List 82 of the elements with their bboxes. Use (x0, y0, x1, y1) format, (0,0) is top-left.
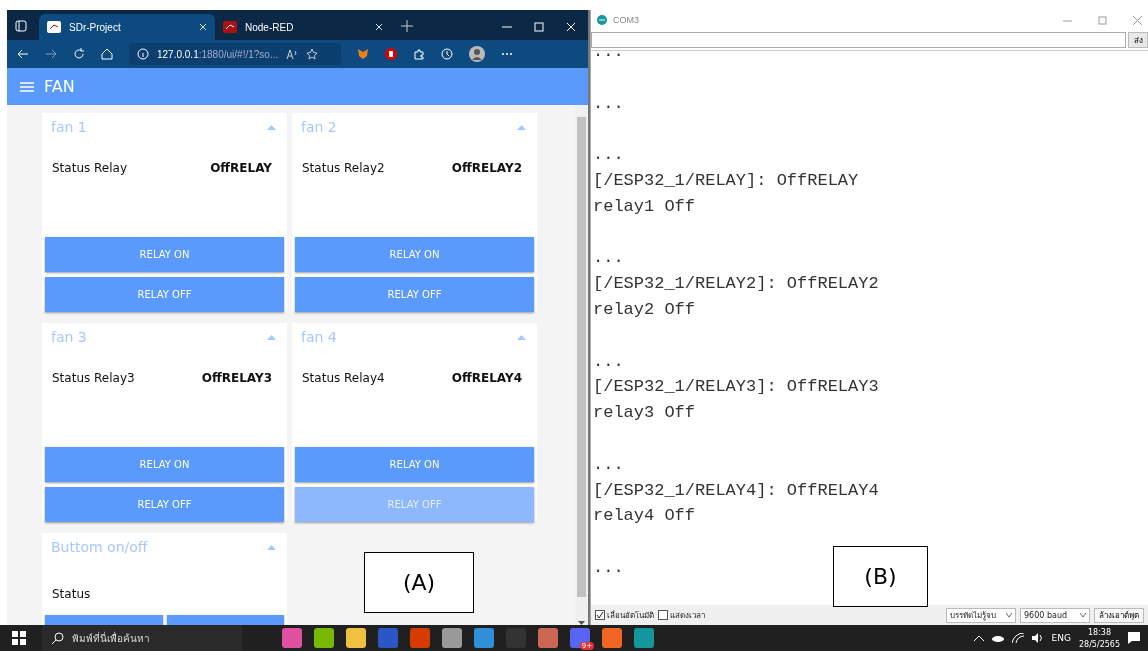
arduino-icon (597, 15, 607, 25)
output-line: relay3 Off (593, 402, 696, 425)
tabs-icon[interactable] (15, 20, 27, 32)
address-bar[interactable]: 127.0.0.1:1880/ui/#!/1?so... (129, 43, 341, 65)
app-logo-icon (47, 21, 61, 33)
output-line: ... (593, 350, 624, 373)
avatar-icon[interactable] (469, 46, 485, 62)
url-text: 127.0.0.1:1880/ui/#!/1?so... (157, 48, 279, 60)
info-icon (137, 48, 149, 60)
clear-output-button[interactable]: ล้างเอาต์พุต (1094, 607, 1144, 623)
app-logo-icon (223, 21, 237, 33)
clock-time[interactable]: 18:38 (1087, 627, 1111, 639)
output-line: ... (593, 92, 624, 115)
output-line: [/ESP32_1/RELAY4]: OffRELAY4 (593, 479, 879, 502)
group-title: fan 4 (301, 329, 337, 345)
checkbox-label: แสดงเวลา (670, 609, 705, 622)
language-indicator[interactable]: ENG (1051, 633, 1071, 643)
dashboard-title: FAN (44, 77, 75, 96)
output-line: relay4 Off (593, 505, 696, 528)
search-field[interactable]: พิมพ์ที่นี่เพื่อค้นหา (42, 625, 242, 651)
status-label: Status Relay2 (302, 161, 385, 175)
output-line: [/ESP32_1/RELAY2]: OffRELAY2 (593, 273, 879, 296)
search-placeholder: พิมพ์ที่นี่เพื่อค้นหา (72, 630, 150, 646)
tab-title: Node-RED (245, 21, 295, 33)
status-value: OffRELAY4 (451, 371, 522, 385)
browser-tab[interactable]: Node-RED (215, 14, 391, 40)
output-line: relay2 Off (593, 298, 696, 321)
status-value: OffRELAY (210, 161, 272, 175)
tab-title: SDr-Project (69, 21, 122, 33)
read-aloud-icon[interactable] (286, 49, 299, 59)
checkbox-label: เลื่อนอัตโนมัติ (607, 609, 654, 622)
more-icon[interactable] (501, 52, 513, 56)
caret-icon (1080, 613, 1086, 617)
speaker-icon[interactable] (1031, 633, 1044, 643)
favorite-star-icon[interactable] (306, 48, 319, 60)
check-icon (596, 611, 604, 619)
group-title: fan 1 (51, 119, 87, 135)
status-value: OffRELAY2 (451, 161, 522, 175)
hand-icon[interactable] (385, 48, 397, 60)
clock-date[interactable]: 28/5/2565 (1078, 639, 1120, 651)
annotation-label: (B) (833, 546, 928, 607)
dropdown[interactable]: บรรทัดไม่รู้จบ (946, 607, 1016, 623)
back-icon[interactable] (17, 48, 29, 60)
tray-expand-icon[interactable] (973, 635, 984, 641)
forward-icon[interactable] (45, 48, 57, 60)
caret-icon (1006, 613, 1012, 617)
history-icon[interactable] (441, 48, 453, 60)
dropdown[interactable]: 9600 baud (1020, 607, 1090, 623)
cloud-icon[interactable] (991, 634, 1004, 642)
checkbox[interactable] (658, 610, 668, 620)
extensions-icon[interactable] (413, 48, 425, 60)
reload-icon[interactable] (73, 48, 85, 60)
output-line: ... (593, 144, 624, 167)
output-line: ... (593, 51, 624, 63)
browser-tab[interactable]: SDr-Project (39, 14, 215, 40)
wifi-icon[interactable] (1011, 633, 1024, 643)
scrollbar-thumb[interactable] (577, 117, 586, 597)
output-line: ... (593, 453, 624, 476)
search-icon (52, 632, 64, 644)
fox-icon[interactable] (357, 48, 369, 60)
input-field[interactable] (591, 32, 1126, 48)
status-label: Status Relay (52, 161, 128, 175)
status-label: Status Relay4 (302, 371, 385, 385)
output-line: [/ESP32_1/RELAY]: OffRELAY (593, 170, 859, 192)
home-icon[interactable] (101, 48, 113, 60)
windows-icon[interactable] (12, 631, 26, 645)
notifications-icon[interactable] (1128, 632, 1140, 644)
annotation-label: (A) (364, 552, 474, 613)
window-title: COM3 (613, 15, 639, 25)
send-button[interactable]: ส่ง (1128, 32, 1148, 48)
output-line: relay1 Off (593, 195, 696, 218)
status-value: OffRELAY3 (201, 371, 272, 385)
output-line: [/ESP32_1/RELAY3]: OffRELAY3 (593, 376, 879, 399)
status-label: Status Relay3 (52, 371, 135, 385)
new-tab-icon[interactable] (401, 20, 413, 32)
group-title: fan 2 (301, 119, 337, 135)
output-line: ... (593, 247, 624, 270)
group-title: Buttom on/off (51, 539, 148, 555)
group-title: fan 3 (51, 329, 87, 345)
status-label: Status (52, 587, 91, 601)
checkbox[interactable] (595, 610, 605, 620)
output-line: ... (593, 556, 624, 579)
